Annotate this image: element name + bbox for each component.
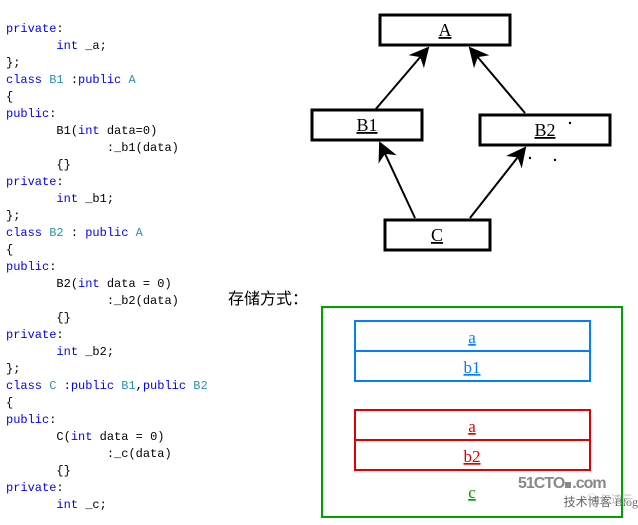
diag-node-b1: B1 [356,115,377,135]
kw-int: int [56,192,78,206]
kw-public: public [78,73,121,87]
wm-brand-right: .com [572,475,605,492]
cls-a: A [136,226,143,240]
mem-a2: a [468,417,476,436]
kw-public: public [6,260,49,274]
mem-c: c [468,483,476,502]
kw-int: int [71,430,93,444]
p-data: data [143,141,172,155]
cls-b1: B1 [121,379,135,393]
kw-private: private [6,481,56,495]
kw-int: int [56,39,78,53]
id-c: _c [85,498,99,512]
wm-mini: 亿速云 [600,494,633,506]
kw-class: class [6,73,42,87]
cls-b2: B2 [193,379,207,393]
mem-a1: a [468,328,476,347]
ctor-b2: B2 [56,277,70,291]
wm-brand-left: 51CTO [518,475,564,492]
wm-mini-icon: ⓒ [586,494,597,506]
init-b2: _b2 [114,294,136,308]
diag-node-a: A [439,20,452,40]
kw-int: int [78,124,100,138]
mem-b2: b2 [464,447,481,466]
kw-public: public [6,107,49,121]
p-data: data [136,447,165,461]
ctor-c: C [56,430,63,444]
p-data: data [107,277,136,291]
cls-b1: B1 [49,73,63,87]
kw-private: private [6,175,56,189]
p-data: data [100,430,129,444]
kw-public: public [85,226,128,240]
mem-b1: b1 [464,358,481,377]
kw-public: public [143,379,186,393]
kw-class: class [6,226,42,240]
ctor-b1: B1 [56,124,70,138]
kw-public: public [71,379,114,393]
kw-int: int [78,277,100,291]
kw-private: private [6,328,56,342]
p-data: data [143,294,172,308]
id-b1: _b1 [85,192,107,206]
inheritance-diagram: A B1 B2 C [300,10,630,265]
storage-caption: 存储方式： [228,285,308,309]
id-b2: _b2 [85,345,107,359]
id-a: _a [85,39,99,53]
diag-node-c: C [431,225,443,245]
n-0: 0 [143,124,150,138]
kw-int: int [56,345,78,359]
init-c: _c [114,447,128,461]
diag-node-b2: B2 [534,120,555,140]
kw-public: public [6,413,49,427]
cls-c: C [49,379,56,393]
cls-b2: B2 [49,226,63,240]
kw-class: class [6,379,42,393]
kw-private: private [6,22,56,36]
p-data: data [107,124,136,138]
source-code: private: int _a; }; class B1 :public A {… [6,4,208,514]
kw-int: int [56,498,78,512]
watermark: 51CTO.com 技术博客 Blog ⓒ 亿速云 [518,475,638,525]
cls-a: A [128,73,135,87]
init-b1: _b1 [114,141,136,155]
